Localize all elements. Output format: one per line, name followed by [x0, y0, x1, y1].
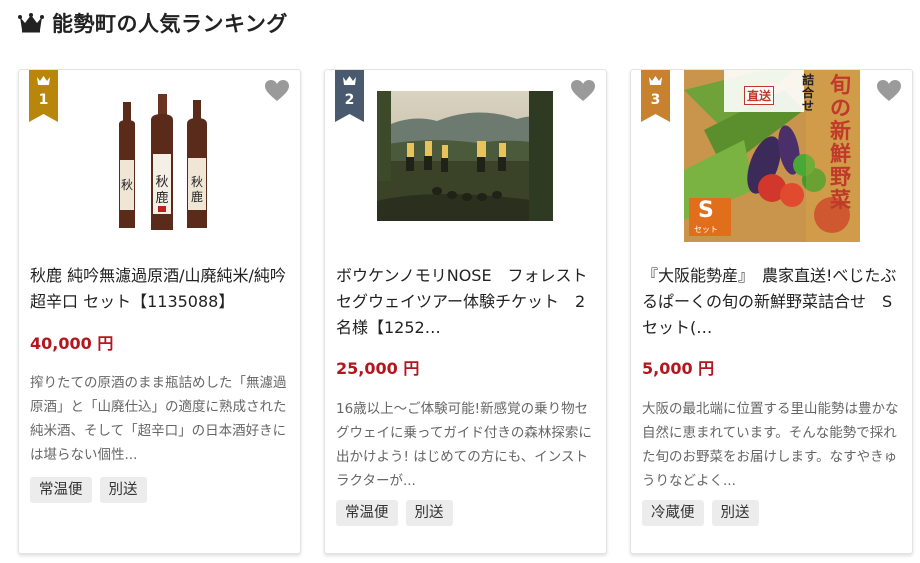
ranking-card[interactable]: 1 秋 秋 鹿 秋 鹿 秋鹿 純吟無濾過原酒/山廃純米/純吟超辛口 セット【11…: [18, 69, 301, 554]
tag-list: 常温便 別送: [336, 500, 453, 526]
svg-text:秋: 秋: [121, 178, 133, 192]
separate-shipping-tag: 別送: [405, 500, 453, 526]
item-price: 40,000 円: [30, 334, 114, 353]
separate-shipping-tag: 別送: [711, 500, 759, 526]
rank-badge: 3: [641, 70, 670, 122]
page-title: 能勢町の人気ランキング: [52, 12, 288, 36]
item-description: 16歳以上～ご体験可能!新感覚の乗り物セグウェイに乗ってガイド付きの森林探索に出…: [336, 401, 592, 489]
shipping-tag: 常温便: [336, 500, 398, 526]
shipping-tag: 常温便: [30, 477, 92, 503]
svg-text:秋: 秋: [155, 175, 168, 190]
svg-text:鹿: 鹿: [155, 190, 168, 206]
rank-number: 3: [650, 92, 661, 108]
svg-text:鹿: 鹿: [191, 189, 203, 204]
tag-list: 常温便 別送: [30, 477, 147, 503]
sake-bottles-image[interactable]: 秋 秋 鹿 秋 鹿: [115, 94, 210, 230]
ranking-card[interactable]: 3 直送 詰合せ 旬の新鮮野菜 S セット 『大阪能勢産』 農家直送!べじたぶる…: [630, 69, 913, 554]
crown-icon: [18, 13, 44, 33]
item-title[interactable]: ボウケンノモリNOSE フォレストセグウェイツアー体験チケット 2名様【1252…: [336, 263, 598, 341]
item-description: 搾りたての原酒のまま瓶詰めした「無濾過原酒」と「山廃仕込」の適度に熟成された純米…: [30, 375, 287, 463]
heart-icon[interactable]: [264, 79, 290, 103]
heart-icon[interactable]: [876, 79, 902, 103]
crown-icon: [343, 76, 356, 85]
rank-number: 1: [38, 92, 49, 108]
tag-list: 冷蔵便 別送: [642, 500, 759, 526]
image-vertical-text-small: 詰合せ: [802, 73, 815, 113]
rank-badge: 2: [335, 70, 364, 122]
rank-number: 2: [344, 92, 355, 108]
svg-text:秋: 秋: [191, 175, 203, 189]
set-size-badge: S: [698, 198, 714, 223]
item-title[interactable]: 『大阪能勢産』 農家直送!べじたぶるぱーくの旬の新鮮野菜詰合せ Sセット(…: [642, 263, 904, 341]
item-description: 大阪の最北端に位置する里山能勢は豊かな自然に恵まれています。そんな能勢で採れた旬…: [642, 401, 899, 489]
vegetable-box-image[interactable]: 直送 詰合せ 旬の新鮮野菜 S セット: [684, 70, 860, 242]
rank-badge: 1: [29, 70, 58, 122]
shipping-tag: 冷蔵便: [642, 500, 704, 526]
heart-icon[interactable]: [570, 79, 596, 103]
item-title[interactable]: 秋鹿 純吟無濾過原酒/山廃純米/純吟超辛口 セット【1135088】: [30, 263, 292, 315]
set-badge-subtext: セット: [694, 225, 718, 234]
crown-icon: [37, 76, 50, 85]
separate-shipping-tag: 別送: [99, 477, 147, 503]
item-price: 5,000 円: [642, 359, 715, 378]
direct-delivery-label: 直送: [744, 86, 775, 105]
segway-tour-image[interactable]: [377, 91, 553, 221]
crown-icon: [649, 76, 662, 85]
image-vertical-text-large: 旬の新鮮野菜: [830, 73, 851, 212]
ranking-header: 能勢町の人気ランキング: [18, 10, 288, 36]
ranking-card[interactable]: 2 ボウケンノモリNOSE フォレストセグウェイツアー体験チケット 2名様【12…: [324, 69, 607, 554]
item-price: 25,000 円: [336, 359, 420, 378]
